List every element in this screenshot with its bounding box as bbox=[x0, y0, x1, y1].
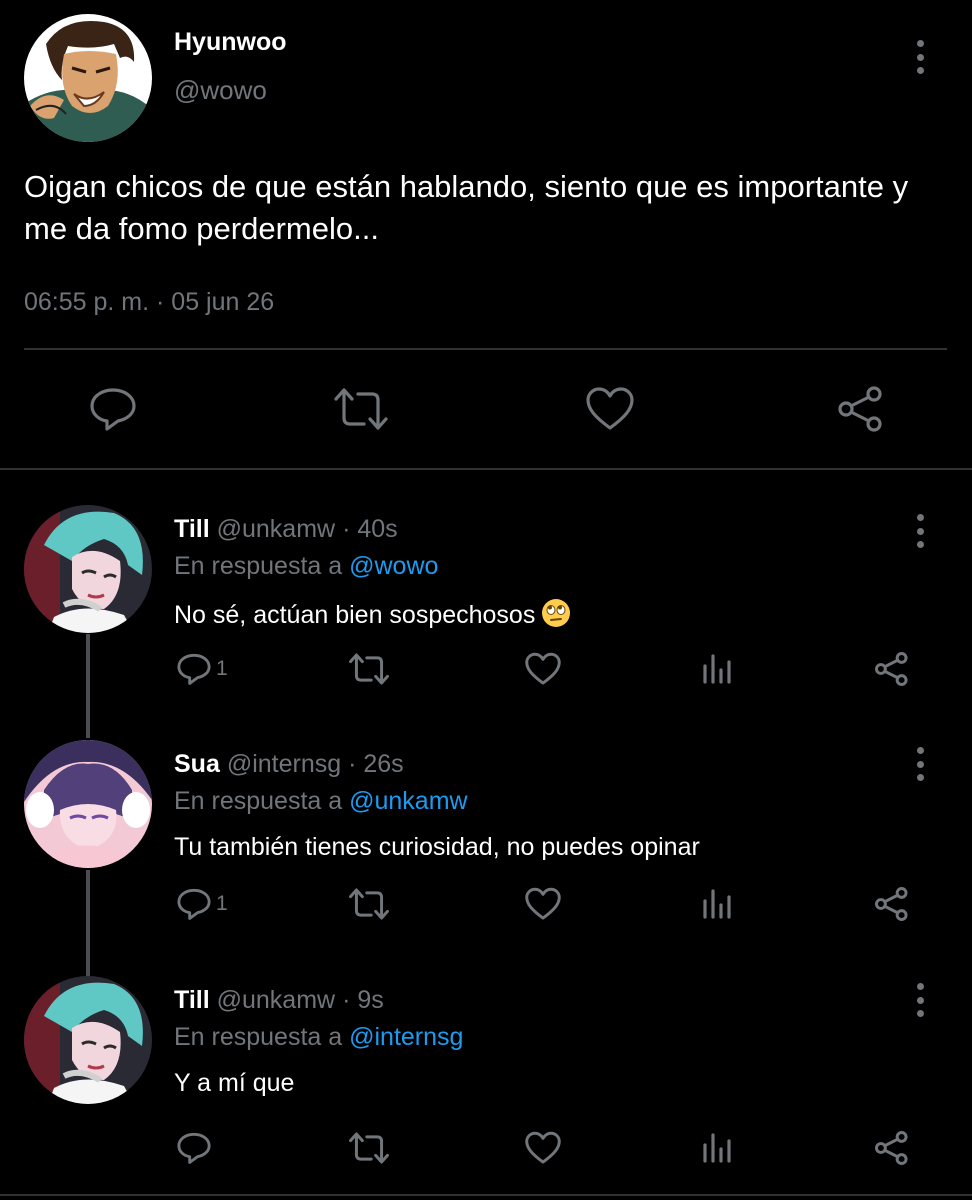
eye-roll-emoji-icon bbox=[541, 598, 571, 628]
retweet-button[interactable] bbox=[349, 1128, 389, 1168]
retweet-icon bbox=[349, 653, 389, 685]
more-options-icon[interactable] bbox=[914, 983, 926, 1017]
tweet-text: Oigan chicos de que están hablando, sien… bbox=[24, 169, 909, 246]
reply-actions: 1 bbox=[0, 884, 972, 928]
replying-to-label: En respuesta a bbox=[174, 1023, 343, 1051]
heart-icon bbox=[525, 652, 561, 685]
avatar[interactable] bbox=[24, 505, 152, 633]
reply-icon bbox=[177, 888, 211, 920]
retweet-icon bbox=[334, 388, 388, 430]
share-icon bbox=[875, 1131, 908, 1165]
mention-link[interactable]: @internsg bbox=[349, 1023, 463, 1051]
author-handle[interactable]: @unkamw bbox=[217, 986, 335, 1014]
reply-text: Y a mí que bbox=[174, 1069, 295, 1097]
reply-time: · 40s bbox=[342, 515, 398, 543]
reply-header: Till @unkamw · 9s bbox=[174, 986, 384, 1015]
author-name[interactable]: Sua bbox=[174, 750, 220, 778]
replying-to: En respuesta a @internsg bbox=[174, 1023, 463, 1052]
mention-link[interactable]: @wowo bbox=[349, 552, 438, 580]
tweet-thread-screen: Hyunwoo @wowo Oigan chicos de que están … bbox=[0, 0, 972, 1200]
replying-to-label: En respuesta a bbox=[174, 552, 343, 580]
author-handle[interactable]: @internsg bbox=[227, 750, 341, 778]
mention-link[interactable]: @unkamw bbox=[349, 787, 467, 815]
reply-button[interactable]: 1 bbox=[176, 649, 228, 689]
divider bbox=[24, 348, 947, 350]
share-button[interactable] bbox=[873, 884, 911, 924]
replying-to: En respuesta a @unkamw bbox=[174, 787, 468, 816]
divider bbox=[0, 1194, 972, 1196]
reply-button[interactable] bbox=[176, 1128, 212, 1168]
reply-actions bbox=[0, 1128, 972, 1172]
bar-chart-icon bbox=[703, 654, 731, 684]
tweet-timestamp[interactable]: 06:55 p. m. · 05 jun 26 bbox=[24, 288, 274, 317]
views-button[interactable] bbox=[701, 649, 735, 689]
reply-header: Till @unkamw · 40s bbox=[174, 515, 398, 544]
main-tweet: Hyunwoo @wowo Oigan chicos de que están … bbox=[0, 0, 972, 470]
like-button[interactable] bbox=[524, 1128, 562, 1168]
reply-text: No sé, actúan bien sospechosos bbox=[174, 598, 571, 630]
heart-icon bbox=[525, 1131, 561, 1164]
reply-text: Tu también tienes curiosidad, no puedes … bbox=[174, 833, 700, 861]
reply-icon bbox=[177, 1132, 211, 1164]
views-button[interactable] bbox=[701, 1128, 735, 1168]
avatar[interactable] bbox=[24, 740, 152, 868]
avatar[interactable] bbox=[24, 976, 152, 1104]
reply-icon bbox=[90, 388, 136, 431]
reply-text-content: No sé, actúan bien sospechosos bbox=[174, 601, 536, 629]
author-handle[interactable]: @wowo bbox=[174, 75, 267, 106]
retweet-button[interactable] bbox=[349, 884, 389, 924]
like-button[interactable] bbox=[524, 649, 562, 689]
avatar[interactable] bbox=[24, 14, 152, 142]
share-icon bbox=[875, 887, 908, 921]
divider bbox=[0, 468, 972, 470]
views-button[interactable] bbox=[701, 884, 735, 924]
share-icon bbox=[875, 652, 908, 686]
replying-to: En respuesta a @wowo bbox=[174, 552, 438, 581]
retweet-button[interactable] bbox=[349, 649, 389, 689]
bar-chart-icon bbox=[703, 1133, 731, 1163]
reply-actions: 1 bbox=[0, 649, 972, 693]
reply-header: Sua @internsg · 26s bbox=[174, 750, 404, 779]
share-button[interactable] bbox=[873, 649, 911, 689]
heart-icon bbox=[586, 387, 634, 430]
reply-count: 1 bbox=[216, 657, 228, 680]
retweet-icon bbox=[349, 1132, 389, 1164]
reply-button[interactable] bbox=[88, 386, 138, 432]
replying-to-label: En respuesta a bbox=[174, 787, 343, 815]
reply-icon bbox=[177, 653, 211, 685]
author-name[interactable]: Till bbox=[174, 515, 210, 543]
reply-button[interactable]: 1 bbox=[176, 884, 228, 924]
heart-icon bbox=[525, 887, 561, 920]
like-button[interactable] bbox=[524, 884, 562, 924]
more-options-icon[interactable] bbox=[914, 747, 926, 781]
like-button[interactable] bbox=[585, 386, 635, 432]
retweet-button[interactable] bbox=[334, 386, 388, 432]
author-name[interactable]: Till bbox=[174, 986, 210, 1014]
reply-time: · 26s bbox=[348, 750, 404, 778]
reply-tweet[interactable]: Till @unkamw · 40s En respuesta a @wowo … bbox=[0, 505, 972, 705]
more-options-icon[interactable] bbox=[914, 514, 926, 548]
bar-chart-icon bbox=[703, 889, 731, 919]
share-button[interactable] bbox=[873, 1128, 911, 1168]
retweet-icon bbox=[349, 888, 389, 920]
reply-count: 1 bbox=[216, 892, 228, 915]
share-button[interactable] bbox=[836, 386, 886, 432]
author-handle[interactable]: @unkamw bbox=[217, 515, 335, 543]
more-options-icon[interactable] bbox=[914, 40, 926, 74]
author-name[interactable]: Hyunwoo bbox=[174, 28, 287, 57]
reply-time: · 9s bbox=[342, 986, 384, 1014]
share-icon bbox=[838, 386, 882, 432]
reply-tweet[interactable]: Sua @internsg · 26s En respuesta a @unka… bbox=[0, 740, 972, 940]
reply-tweet[interactable]: Till @unkamw · 9s En respuesta a @intern… bbox=[0, 976, 972, 1186]
